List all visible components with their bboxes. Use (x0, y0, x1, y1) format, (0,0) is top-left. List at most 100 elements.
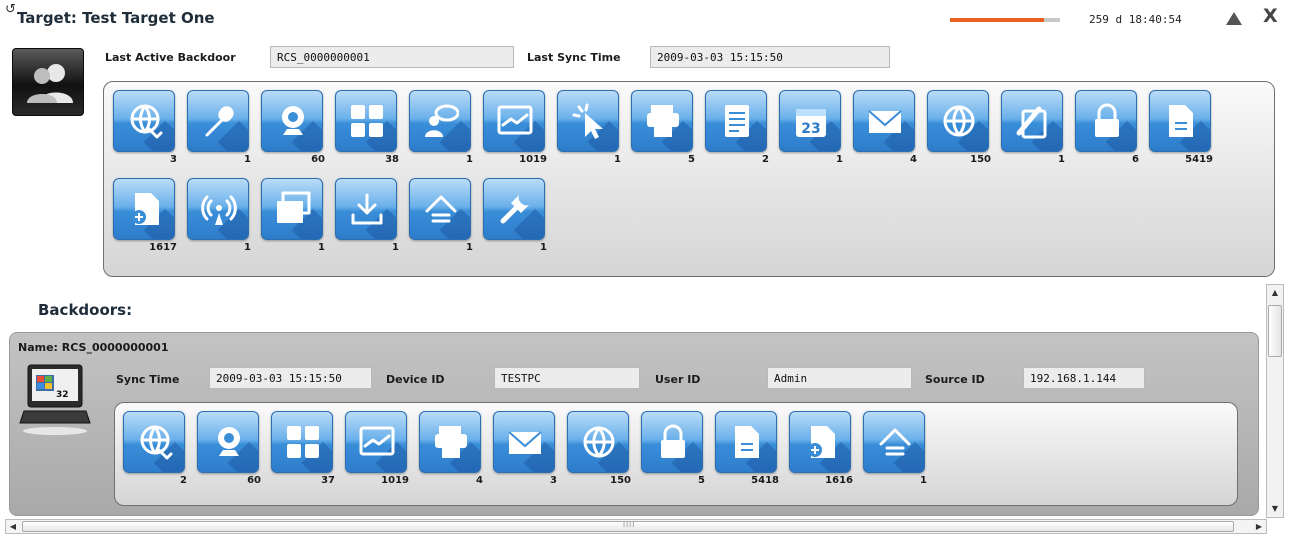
evidence-count: 150 (970, 154, 991, 165)
collapse-icon[interactable] (1226, 12, 1242, 25)
mouse-click-icon[interactable] (557, 90, 619, 152)
evidence-tile[interactable]: 23 1 (779, 90, 843, 165)
evidence-count: 1 (1058, 154, 1065, 165)
evidence-tile[interactable]: 1 (187, 90, 251, 165)
horizontal-scroll-thumb[interactable]: IIII (22, 521, 1234, 532)
mail-icon[interactable] (493, 411, 555, 473)
user-id-label: User ID (655, 373, 701, 386)
svg-text:23: 23 (801, 121, 820, 137)
evidence-count: 150 (610, 475, 631, 486)
evidence-count: 1 (244, 154, 251, 165)
url-globe-icon[interactable] (567, 411, 629, 473)
calendar-icon[interactable]: 23 (779, 90, 841, 152)
evidence-tile[interactable]: 1019 (345, 411, 409, 486)
evidence-tile[interactable]: 3 (493, 411, 557, 486)
last-active-backdoor-field: RCS_0000000001 (270, 46, 514, 68)
webcam-icon[interactable] (197, 411, 259, 473)
evidence-count: 1019 (381, 475, 409, 486)
evidence-count: 1 (540, 242, 547, 253)
scroll-up-icon[interactable]: ▲ (1267, 285, 1283, 301)
evidence-tile[interactable]: 6 (1075, 90, 1139, 165)
mail-icon[interactable] (853, 90, 915, 152)
evidence-tile[interactable]: 1616 (789, 411, 853, 486)
horizontal-scrollbar[interactable]: ◀ IIII ▶ (5, 519, 1267, 534)
clipboard-icon[interactable] (1001, 90, 1063, 152)
scroll-right-icon[interactable]: ▶ (1252, 520, 1266, 533)
document-icon[interactable] (715, 411, 777, 473)
sync-time-field: 2009-03-03 15:15:50 (209, 367, 372, 389)
evidence-tile[interactable]: 1617 (113, 178, 177, 253)
evidence-tile[interactable]: 1 (187, 178, 251, 253)
target-avatar (12, 48, 84, 116)
user-id-field: Admin (767, 367, 912, 389)
page-title: Target: Test Target One (17, 9, 215, 27)
microphone-icon[interactable] (187, 90, 249, 152)
scroll-left-icon[interactable]: ◀ (6, 520, 20, 533)
evidence-tile[interactable]: 150 (567, 411, 631, 486)
printer-icon[interactable] (631, 90, 693, 152)
printer-icon[interactable] (419, 411, 481, 473)
evidence-tile[interactable]: 1 (409, 90, 473, 165)
evidence-tile[interactable]: 1019 (483, 90, 547, 165)
evidence-tile[interactable]: 5418 (715, 411, 779, 486)
download-icon[interactable] (335, 178, 397, 240)
evidence-tile[interactable]: 2 (705, 90, 769, 165)
evidence-tile[interactable]: 1 (261, 178, 325, 253)
evidence-count: 1 (920, 475, 927, 486)
globe-phone-icon[interactable] (123, 411, 185, 473)
evidence-tile[interactable]: 60 (261, 90, 325, 165)
evidence-count: 3 (170, 154, 177, 165)
evidence-tile[interactable]: 150 (927, 90, 991, 165)
evidence-tile[interactable]: 37 (271, 411, 335, 486)
laptop-icon[interactable]: 32 (18, 363, 92, 441)
evidence-tile[interactable]: 1 (1001, 90, 1065, 165)
evidence-count: 37 (321, 475, 335, 486)
refresh-icon[interactable]: ↺ (5, 3, 16, 16)
evidence-tile[interactable]: 1 (335, 178, 399, 253)
screenshot-icon[interactable] (483, 90, 545, 152)
evidence-tile[interactable]: 1 (409, 178, 473, 253)
evidence-tile[interactable]: 38 (335, 90, 399, 165)
addressbook-icon[interactable] (705, 90, 767, 152)
last-active-backdoor-label: Last Active Backdoor (105, 51, 236, 64)
password-lock-icon[interactable] (1075, 90, 1137, 152)
evidence-count: 1 (318, 242, 325, 253)
evidence-tile[interactable]: 5 (631, 90, 695, 165)
wireless-icon[interactable] (187, 178, 249, 240)
tools-icon[interactable] (483, 178, 545, 240)
evidence-count: 2 (180, 475, 187, 486)
evidence-tile[interactable]: 5 (641, 411, 705, 486)
vertical-scrollbar[interactable]: ▲ ▼ (1266, 284, 1284, 518)
vertical-scroll-thumb[interactable] (1268, 305, 1282, 357)
document-icon[interactable] (1149, 90, 1211, 152)
upload-icon[interactable] (863, 411, 925, 473)
webcam-icon[interactable] (261, 90, 323, 152)
globe-phone-icon[interactable] (113, 90, 175, 152)
keyboard-keys-icon[interactable] (271, 411, 333, 473)
evidence-tile[interactable]: 60 (197, 411, 261, 486)
evidence-tile[interactable]: 5419 (1149, 90, 1213, 165)
close-icon[interactable]: X (1263, 7, 1278, 26)
evidence-tile[interactable]: 4 (853, 90, 917, 165)
evidence-tile[interactable]: 1 (863, 411, 927, 486)
screenshot-icon[interactable] (345, 411, 407, 473)
evidence-tile[interactable]: 2 (123, 411, 187, 486)
evidence-count: 1616 (825, 475, 853, 486)
evidence-count: 38 (385, 154, 399, 165)
evidence-tile[interactable]: 1 (557, 90, 621, 165)
windows-stack-icon[interactable] (261, 178, 323, 240)
file-add-icon[interactable] (789, 411, 851, 473)
evidence-tile[interactable]: 4 (419, 411, 483, 486)
backdoor-evidence-panel: 2 60 37 1019 4 3 150 5 5418 1616 1 (114, 402, 1238, 506)
scroll-down-icon[interactable]: ▼ (1267, 501, 1283, 517)
evidence-count: 5 (688, 154, 695, 165)
chat-user-icon[interactable] (409, 90, 471, 152)
password-lock-icon[interactable] (641, 411, 703, 473)
evidence-tile[interactable]: 3 (113, 90, 177, 165)
upload-icon[interactable] (409, 178, 471, 240)
keyboard-keys-icon[interactable] (335, 90, 397, 152)
file-add-icon[interactable] (113, 178, 175, 240)
evidence-tile[interactable]: 1 (483, 178, 547, 253)
evidence-count: 1 (614, 154, 621, 165)
url-globe-icon[interactable] (927, 90, 989, 152)
